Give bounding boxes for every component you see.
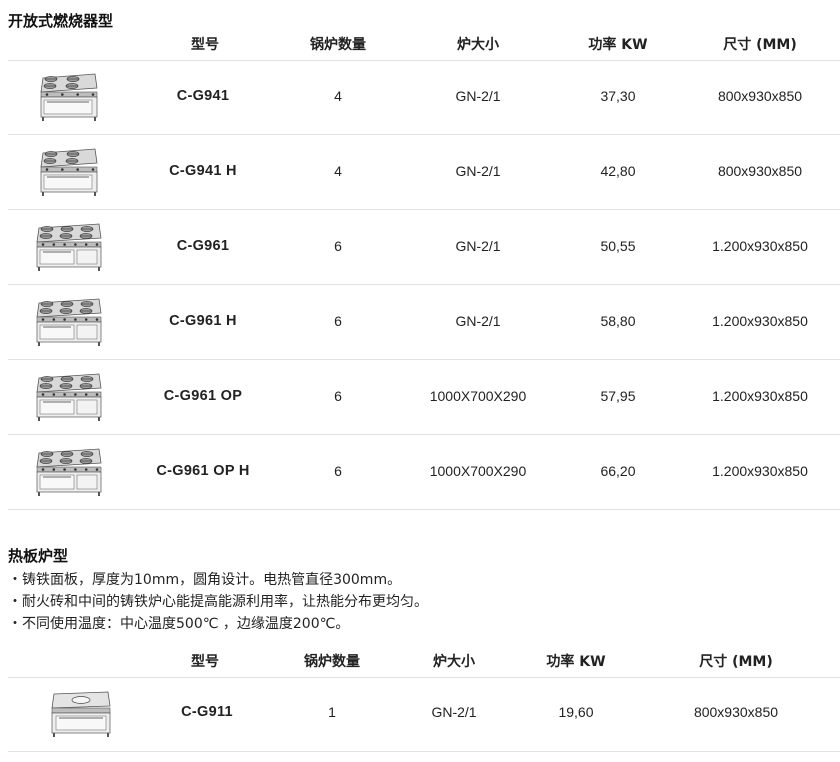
header-model: 型号: [191, 37, 219, 53]
size-cell: 1000X700X290: [429, 388, 527, 404]
dims-cell: 800x930x850: [693, 704, 779, 720]
size-cell: GN-2/1: [455, 163, 501, 179]
model-cell: C-G961: [176, 238, 230, 254]
header-dims: 尺寸 (MM): [699, 654, 773, 670]
size-cell: GN-2/1: [431, 704, 477, 720]
header-dims: 尺寸 (MM): [723, 37, 797, 53]
header-burners: 锅炉数量: [310, 37, 366, 53]
size-cell: GN-2/1: [455, 313, 501, 329]
size-cell: GN-2/1: [455, 238, 501, 254]
burners-cell: 1: [328, 704, 336, 720]
dims-cell: 1.200x930x850: [712, 388, 808, 404]
model-cell: C-G941 H: [169, 163, 237, 179]
size-cell: GN-2/1: [455, 88, 501, 104]
section-title-open-burner: 开放式燃烧器型: [8, 12, 114, 30]
power-cell: 57,95: [600, 388, 636, 404]
burners-cell: 4: [334, 88, 342, 104]
open-burner-range-6-icon: [30, 293, 104, 349]
model-cell: C-G941: [176, 88, 230, 104]
power-cell: 37,30: [600, 88, 636, 104]
feature-bullet: ・耐火砖和中间的铸铁炉心能提高能源利用率，让热能分布更均匀。: [8, 594, 428, 610]
open-burner-range-6-icon: [30, 368, 104, 424]
dims-cell: 800x930x850: [717, 88, 803, 104]
dims-cell: 1.200x930x850: [712, 238, 808, 254]
power-cell: 66,20: [600, 463, 636, 479]
burners-cell: 4: [334, 163, 342, 179]
model-cell: C-G961 OP: [163, 388, 243, 404]
header-power: 功率 KW: [546, 654, 606, 670]
hot-plate-range-icon: [44, 684, 118, 740]
row-divider: [8, 751, 840, 752]
row-divider: [8, 60, 840, 61]
burners-cell: 6: [334, 463, 342, 479]
row-divider: [8, 134, 840, 135]
open-burner-range-4-icon: [30, 143, 104, 199]
header-burners: 锅炉数量: [304, 654, 360, 670]
model-cell: C-G961 OP H: [156, 463, 250, 479]
section-title-hot-plate: 热板炉型: [8, 547, 69, 565]
header-model: 型号: [191, 654, 219, 670]
dims-cell: 800x930x850: [717, 163, 803, 179]
power-cell: 58,80: [600, 313, 636, 329]
model-cell: C-G911: [181, 704, 233, 720]
burners-cell: 6: [334, 313, 342, 329]
dims-cell: 1.200x930x850: [712, 463, 808, 479]
row-divider: [8, 434, 840, 435]
model-cell: C-G961 H: [169, 313, 237, 329]
row-divider: [8, 209, 840, 210]
power-cell: 19,60: [558, 704, 594, 720]
burners-cell: 6: [334, 388, 342, 404]
size-cell: 1000X700X290: [429, 463, 527, 479]
row-divider: [8, 284, 840, 285]
row-divider: [8, 359, 840, 360]
open-burner-range-4-icon: [30, 68, 104, 124]
row-divider: [8, 509, 840, 510]
open-burner-range-6-icon: [30, 443, 104, 499]
header-size: 炉大小: [433, 654, 475, 670]
power-cell: 42,80: [600, 163, 636, 179]
header-size: 炉大小: [457, 37, 499, 53]
power-cell: 50,55: [600, 238, 636, 254]
open-burner-range-6-icon: [30, 218, 104, 274]
header-power: 功率 KW: [588, 37, 648, 53]
feature-bullet: ・不同使用温度：中心温度500℃ ，边缘温度200℃。: [8, 616, 350, 632]
burners-cell: 6: [334, 238, 342, 254]
row-divider: [8, 677, 840, 678]
feature-bullet: ・铸铁面板，厚度为10mm，圆角设计。电热管直径300mm。: [8, 572, 402, 588]
dims-cell: 1.200x930x850: [712, 313, 808, 329]
